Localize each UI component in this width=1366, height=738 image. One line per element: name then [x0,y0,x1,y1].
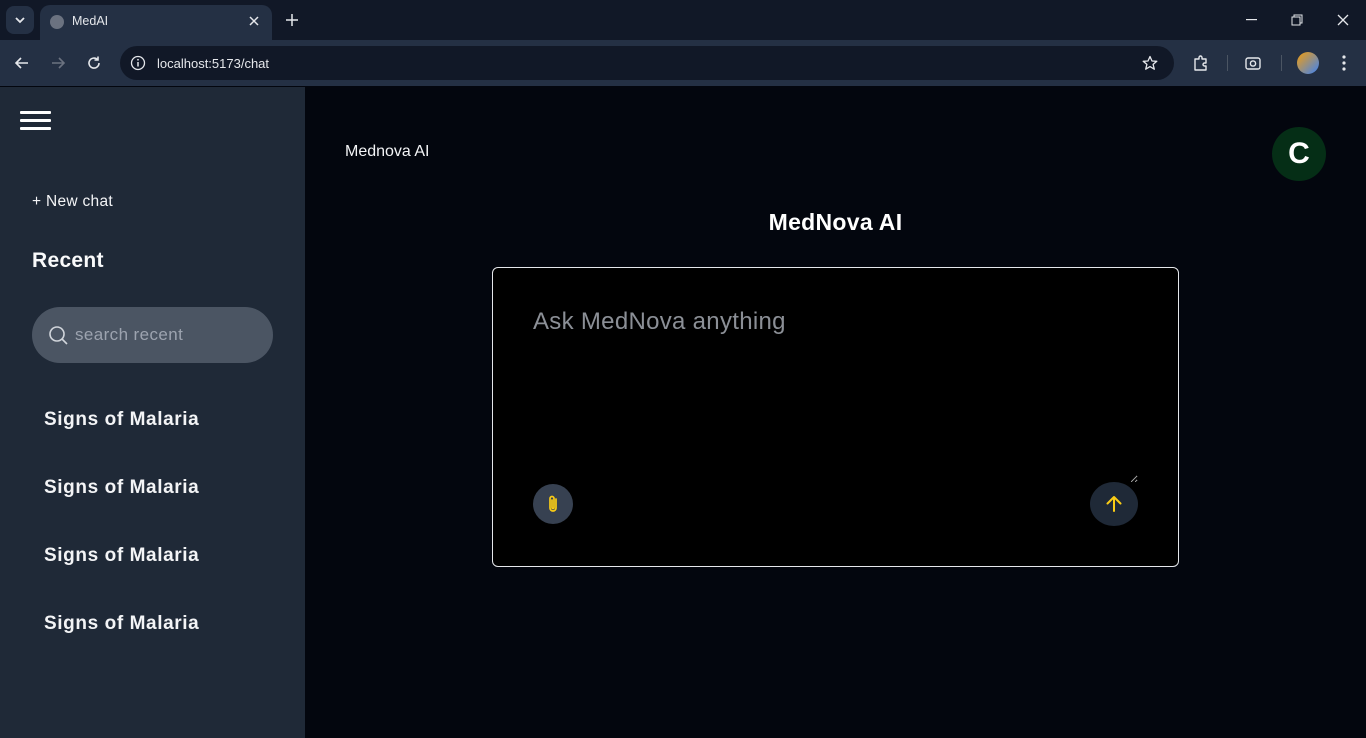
new-tab-button[interactable] [280,8,304,32]
more-vertical-icon [1342,55,1346,71]
browser-tab-strip: MedAI [0,0,1366,40]
toolbar-divider [1227,55,1228,71]
browser-menu-button[interactable] [1333,52,1355,74]
arrow-left-icon [14,57,28,69]
prompt-input[interactable] [533,308,1138,483]
browser-toolbar: localhost:5173/chat [0,40,1366,86]
minimize-button[interactable] [1228,4,1274,36]
tab-close-button[interactable] [244,11,264,31]
recent-heading: Recent [32,249,104,272]
send-button[interactable] [1090,482,1138,526]
url-text: localhost:5173/chat [157,56,270,71]
brand-name: Mednova AI [345,143,430,160]
paperclip-icon [549,495,557,512]
site-info-button[interactable] [128,53,148,73]
new-chat-button[interactable]: + New chat [32,193,113,211]
minimize-icon [1245,19,1257,21]
chat-composer [492,267,1179,567]
window-close-button[interactable] [1320,4,1366,36]
tab-title: MedAI [72,14,109,28]
profile-avatar[interactable] [1297,52,1319,74]
recent-item[interactable]: Signs of Malaria [44,477,199,545]
favicon-icon [50,15,64,29]
reload-icon [88,56,100,69]
restore-button[interactable] [1274,4,1320,36]
page-title: MedNova AI [768,209,903,235]
close-icon [1337,14,1349,26]
search-recent[interactable] [32,307,273,363]
forward-button[interactable] [44,49,72,77]
sidebar: + New chat Recent Signs of Malaria Signs… [0,87,305,738]
screenshot-button[interactable] [1242,52,1264,74]
arrow-up-icon [1106,496,1122,512]
reload-button[interactable] [80,49,108,77]
hamburger-icon-bar [20,119,51,122]
user-avatar[interactable]: C [1272,127,1326,181]
menu-toggle-button[interactable] [20,111,52,135]
address-bar[interactable]: localhost:5173/chat [120,46,1174,80]
plus-icon [286,14,298,26]
main-panel: Mednova AI C MedNova AI [305,87,1366,738]
camera-icon [1245,57,1261,70]
browser-tab[interactable]: MedAI [40,5,272,40]
puzzle-icon [1194,55,1207,71]
recent-item[interactable]: Signs of Malaria [44,545,199,613]
bookmark-button[interactable] [1140,53,1160,73]
recent-item[interactable]: Signs of Malaria [44,409,199,477]
search-input[interactable] [75,323,255,347]
info-icon [130,55,146,71]
tab-search-button[interactable] [6,6,34,34]
chevron-down-icon [15,17,25,24]
hamburger-icon-bar [20,111,51,114]
recent-item[interactable]: Signs of Malaria [44,613,199,681]
attach-button[interactable] [533,484,573,524]
toolbar-divider [1281,55,1282,71]
back-button[interactable] [8,49,36,77]
search-icon [49,326,68,345]
hamburger-icon-bar [20,127,51,130]
recent-list: Signs of Malaria Signs of Malaria Signs … [44,409,199,681]
arrow-right-icon [52,57,66,69]
star-icon [1142,55,1158,70]
close-icon [249,16,259,26]
extensions-button[interactable] [1190,52,1212,74]
restore-icon [1291,14,1303,26]
